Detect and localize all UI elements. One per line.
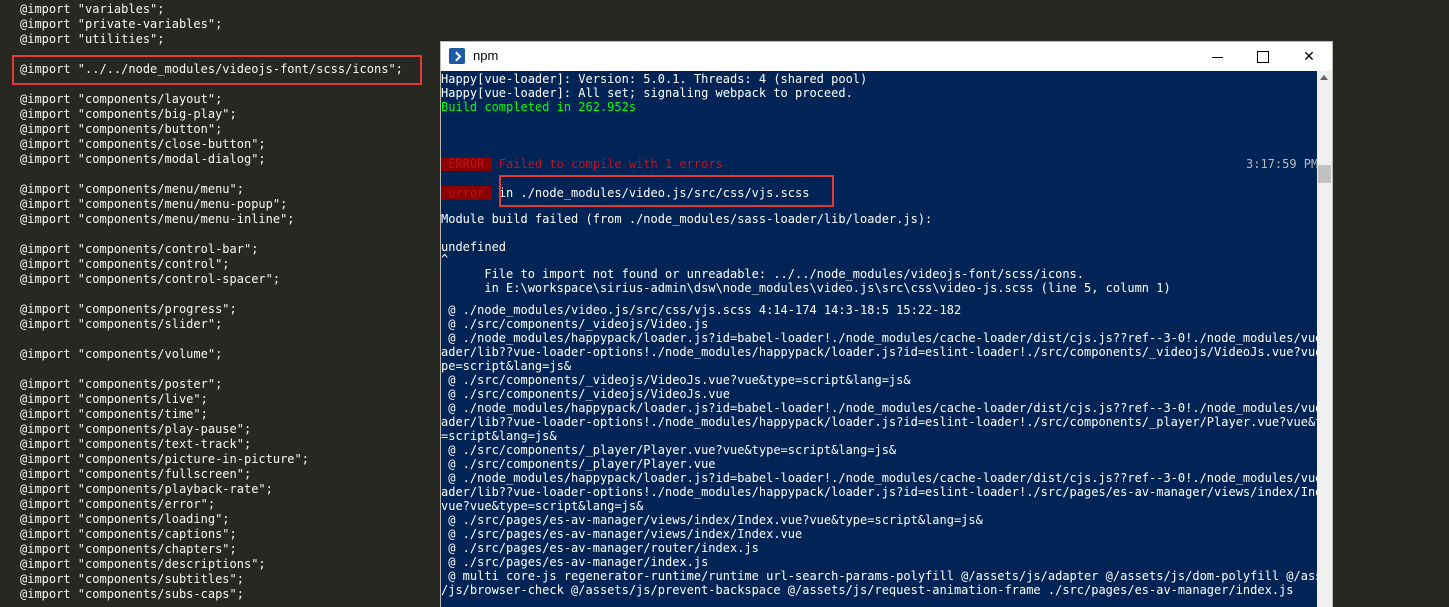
terminal-line: vue?vue&type=script&lang=js& xyxy=(441,499,644,513)
npm-terminal-window[interactable]: npm ✕ ERROR Failed to compile with 1 err… xyxy=(440,41,1333,607)
code-line: @import "components/big-play"; xyxy=(20,107,237,121)
highlight-box-import xyxy=(12,55,422,85)
terminal-line: ader/lib??vue-loader-options!./node_modu… xyxy=(441,415,1317,429)
terminal-line: Build completed in 262.952s xyxy=(441,100,637,114)
terminal-line: @ ./src/pages/es-av-manager/index.js xyxy=(441,555,709,569)
code-line: @import "components/poster"; xyxy=(20,377,223,391)
maximize-icon xyxy=(1257,50,1269,63)
code-line: @import "components/control-bar"; xyxy=(20,242,259,256)
title-bar[interactable]: npm ✕ xyxy=(441,42,1332,71)
code-line: @import "components/menu/menu-popup"; xyxy=(20,197,288,211)
code-line: @import "components/time"; xyxy=(20,407,208,421)
terminal-line: @ ./src/components/_videojs/VideoJs.vue xyxy=(441,387,730,401)
error-time: 3:17:59 PM xyxy=(1246,157,1317,171)
code-line: @import "components/text-track"; xyxy=(20,437,252,451)
terminal-line: in E:\workspace\sirius-admin\dsw\node_mo… xyxy=(441,281,1171,295)
code-line: @import "components/subtitles"; xyxy=(20,572,244,586)
terminal-line: @ ./node_modules/happypack/loader.js?id=… xyxy=(441,331,1317,345)
code-line: @import "components/modal-dialog"; xyxy=(20,152,266,166)
code-line: @import "components/progress"; xyxy=(20,302,237,316)
scroll-up-icon[interactable] xyxy=(1320,75,1328,80)
error-lower-tag: error xyxy=(441,186,492,200)
error-tag: ERROR xyxy=(441,157,492,171)
code-line: @import "components/live"; xyxy=(20,392,208,406)
terminal-line: ^ xyxy=(441,252,449,266)
terminal-line: undefined xyxy=(441,240,507,254)
minimize-button[interactable] xyxy=(1194,42,1240,71)
terminal-line: pe=script&lang=js& xyxy=(441,359,572,373)
code-line: @import "components/control-spacer"; xyxy=(20,272,281,286)
code-line: @import "components/control"; xyxy=(20,257,230,271)
code-line: @import "components/subs-caps"; xyxy=(20,587,244,601)
terminal-line: @ multi core-js regenerator-runtime/runt… xyxy=(441,569,1317,583)
terminal-line: @ ./src/components/_player/Player.vue xyxy=(441,457,716,471)
code-line: @import "components/close-button"; xyxy=(20,137,266,151)
code-line: @import "components/playback-rate"; xyxy=(20,482,273,496)
error-summary-line: ERROR Failed to compile with 1 errors xyxy=(441,157,723,171)
code-line: @import "components/loading"; xyxy=(20,512,230,526)
code-line: @import "components/error"; xyxy=(20,497,216,511)
code-line: @import "components/captions"; xyxy=(20,527,237,541)
code-line: @import "components/chapters"; xyxy=(20,542,237,556)
terminal-line: ader/lib??vue-loader-options!./node_modu… xyxy=(441,485,1317,499)
terminal-line: @ ./src/components/_videojs/Video.js xyxy=(441,317,709,331)
terminal-line: /js/browser-check @/assets/js/prevent-ba… xyxy=(441,583,1294,597)
terminal-line: Happy[vue-loader]: All set; signaling we… xyxy=(441,86,853,100)
highlight-box-error xyxy=(499,175,834,207)
code-line: @import "components/picture-in-picture"; xyxy=(20,452,309,466)
terminal-line: @ ./src/pages/es-av-manager/views/index/… xyxy=(441,513,983,527)
scrollbar-thumb[interactable] xyxy=(1318,165,1331,183)
terminal-line: Happy[vue-loader]: Version: 5.0.1. Threa… xyxy=(441,72,868,86)
minimize-icon xyxy=(1211,57,1223,58)
terminal-line: ader/lib??vue-loader-options!./node_modu… xyxy=(441,345,1317,359)
terminal-line: File to import not found or unreadable: … xyxy=(441,267,1084,281)
code-line: @import "components/volume"; xyxy=(20,347,223,361)
maximize-button[interactable] xyxy=(1240,42,1286,71)
error-message: Failed to compile with 1 errors xyxy=(491,157,723,171)
terminal-line: @ ./src/pages/es-av-manager/router/index… xyxy=(441,541,759,555)
close-button[interactable]: ✕ xyxy=(1286,42,1332,71)
code-line: @import "components/slider"; xyxy=(20,317,223,331)
code-line: @import "components/play-pause"; xyxy=(20,422,252,436)
terminal-line: =script&lang=js& xyxy=(441,429,557,443)
vertical-scrollbar[interactable] xyxy=(1317,71,1332,607)
powershell-icon xyxy=(449,48,465,64)
terminal-line: Module build failed (from ./node_modules… xyxy=(441,212,933,226)
terminal-line: @ ./node_modules/happypack/loader.js?id=… xyxy=(441,401,1317,415)
terminal-line: @ ./src/pages/es-av-manager/views/index/… xyxy=(441,527,803,541)
code-line: @import "utilities"; xyxy=(20,32,165,46)
code-line: @import "private-variables"; xyxy=(20,17,223,31)
terminal-output[interactable]: ERROR Failed to compile with 1 errors 3:… xyxy=(441,71,1317,607)
window-title: npm xyxy=(473,48,499,63)
code-line: @import "components/layout"; xyxy=(20,92,223,106)
terminal-line: @ ./node_modules/happypack/loader.js?id=… xyxy=(441,471,1317,485)
terminal-line: @ ./src/components/_player/Player.vue?vu… xyxy=(441,443,897,457)
code-line: @import "components/menu/menu"; xyxy=(20,182,244,196)
close-icon: ✕ xyxy=(1303,48,1315,65)
code-line: @import "components/descriptions"; xyxy=(20,557,266,571)
terminal-line: @ ./node_modules/video.js/src/css/vjs.sc… xyxy=(441,303,962,317)
code-line: @import "components/fullscreen"; xyxy=(20,467,252,481)
terminal-line: @ ./src/components/_videojs/VideoJs.vue?… xyxy=(441,373,911,387)
code-line: @import "components/button"; xyxy=(20,122,223,136)
code-line: @import "components/menu/menu-inline"; xyxy=(20,212,295,226)
code-line: @import "variables"; xyxy=(20,2,165,16)
